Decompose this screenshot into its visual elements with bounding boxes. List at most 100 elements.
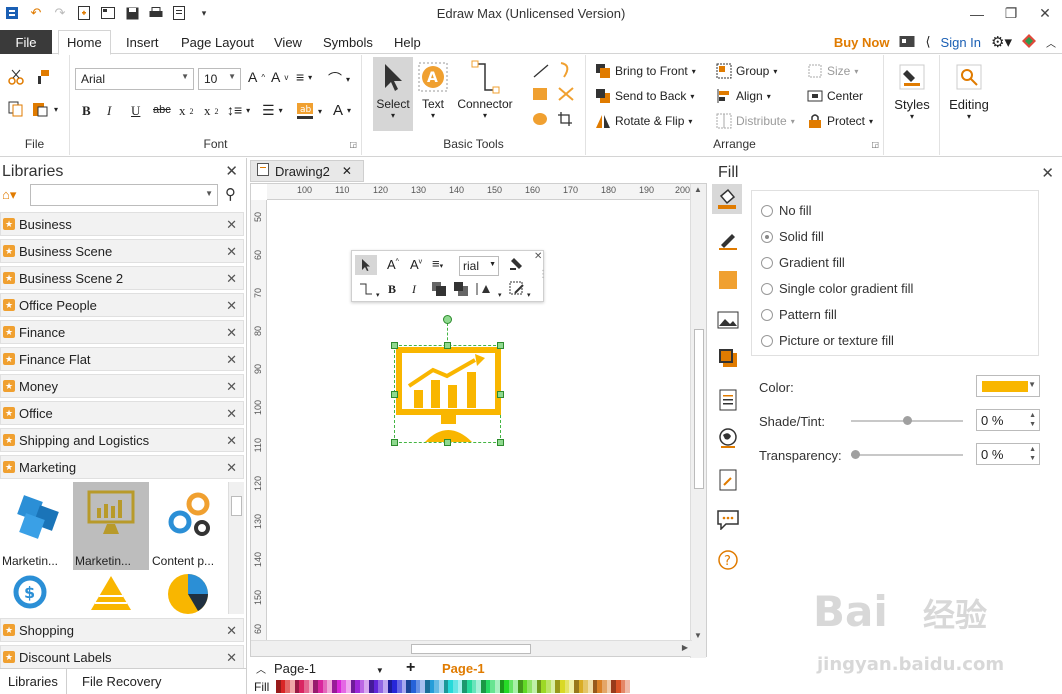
library-shape[interactable] bbox=[73, 570, 149, 616]
minimize-icon[interactable]: — bbox=[960, 0, 994, 27]
file-menu[interactable]: File bbox=[0, 30, 52, 54]
cross-icon[interactable] bbox=[557, 86, 575, 102]
styles-button[interactable]: Styles ▾ bbox=[890, 57, 934, 121]
fill-icon[interactable] bbox=[712, 184, 742, 214]
line-spacing-icon[interactable]: ↕≡ ▾ bbox=[227, 102, 250, 118]
distribute-icon[interactable]: ▾ bbox=[476, 281, 502, 300]
close-category-icon[interactable]: ✕ bbox=[226, 650, 237, 666]
fill-option[interactable]: Solid fill bbox=[761, 229, 824, 244]
subscript-icon[interactable]: x2 bbox=[179, 103, 194, 119]
rectangle-icon[interactable] bbox=[532, 87, 548, 101]
library-shape[interactable] bbox=[150, 570, 226, 616]
protect-button[interactable]: Protect ▾ bbox=[807, 113, 873, 129]
send-to-back-button[interactable]: Send to Back ▾ bbox=[595, 88, 694, 104]
color-picker[interactable]: ▼ bbox=[976, 375, 1040, 397]
fill-option[interactable]: Gradient fill bbox=[761, 255, 845, 270]
italic-icon[interactable]: I bbox=[107, 103, 111, 119]
home-icon[interactable]: ⌂▾ bbox=[2, 187, 16, 203]
arrange-dialog-launcher-icon[interactable]: ◲ bbox=[871, 140, 879, 149]
connector-icon[interactable]: ▾ bbox=[358, 281, 380, 300]
radio-button[interactable] bbox=[761, 204, 773, 217]
comment-icon[interactable] bbox=[716, 508, 740, 532]
close-category-icon[interactable]: ✕ bbox=[226, 460, 237, 476]
scroll-thumb[interactable] bbox=[694, 329, 704, 489]
text-path-icon[interactable]: ⌒ ▾ bbox=[328, 69, 350, 89]
close-category-icon[interactable]: ✕ bbox=[226, 217, 237, 233]
maximize-icon[interactable]: ❐ bbox=[994, 0, 1028, 27]
resize-handle[interactable] bbox=[444, 439, 451, 446]
canvas-horizontal-scrollbar[interactable]: ▶ bbox=[251, 640, 692, 656]
pointer-icon[interactable] bbox=[355, 255, 377, 275]
edit-shape-icon[interactable]: ▾ bbox=[509, 281, 531, 300]
store-icon[interactable] bbox=[899, 34, 915, 51]
buy-now-link[interactable]: Buy Now bbox=[834, 35, 890, 50]
scroll-thumb[interactable] bbox=[231, 496, 242, 516]
transparency-knob[interactable] bbox=[851, 450, 860, 459]
grow-font-icon[interactable]: A^ bbox=[248, 69, 265, 85]
font-dialog-launcher-icon[interactable]: ◲ bbox=[349, 140, 357, 149]
more-icon[interactable]: ⋮ bbox=[538, 269, 548, 280]
fill-option[interactable]: Single color gradient fill bbox=[761, 281, 913, 296]
spinner-arrows-icon[interactable]: ▲ ▼ bbox=[1029, 411, 1036, 429]
close-category-icon[interactable]: ✕ bbox=[226, 623, 237, 639]
radio-button[interactable] bbox=[761, 230, 773, 243]
align-button[interactable]: Align ▾ bbox=[716, 88, 771, 104]
library-category[interactable]: ★ Money ✕ bbox=[0, 374, 244, 398]
close-window-icon[interactable]: ✕ bbox=[1028, 0, 1062, 27]
image-icon[interactable] bbox=[716, 308, 740, 332]
underline-icon[interactable]: U bbox=[131, 103, 140, 119]
bold-icon[interactable]: B bbox=[82, 103, 91, 119]
palette-swatch[interactable] bbox=[625, 680, 630, 693]
notes-icon[interactable] bbox=[716, 468, 740, 492]
select-tool-button[interactable]: Select ▾ bbox=[373, 57, 413, 131]
spinner-arrows-icon[interactable]: ▲ ▼ bbox=[1029, 445, 1036, 463]
shade-tint-knob[interactable] bbox=[903, 416, 912, 425]
library-shape[interactable]: Marketin... bbox=[0, 482, 76, 570]
text-tool-button[interactable]: A Text ▾ bbox=[415, 57, 451, 120]
crop-icon[interactable] bbox=[557, 111, 573, 127]
tab-home[interactable]: Home bbox=[58, 30, 111, 55]
radio-button[interactable] bbox=[761, 308, 773, 321]
resize-handle[interactable] bbox=[391, 342, 398, 349]
library-category[interactable]: ★ Business Scene 2 ✕ bbox=[0, 266, 244, 290]
editing-button[interactable]: Editing ▾ bbox=[944, 57, 994, 121]
center-button[interactable]: Center bbox=[807, 88, 863, 104]
close-category-icon[interactable]: ✕ bbox=[226, 433, 237, 449]
settings-icon[interactable]: ⚙▾ bbox=[991, 33, 1012, 51]
bring-to-front-button[interactable]: Bring to Front ▾ bbox=[595, 63, 696, 79]
close-category-icon[interactable]: ✕ bbox=[226, 325, 237, 341]
library-scrollbar[interactable] bbox=[228, 482, 244, 614]
text-background-icon[interactable]: ab ▾ bbox=[296, 102, 322, 120]
color-palette[interactable] bbox=[276, 680, 630, 693]
align-text-icon[interactable]: ≡▾ bbox=[296, 69, 312, 85]
selected-shape[interactable] bbox=[391, 342, 504, 446]
strikethrough-icon[interactable]: abc bbox=[153, 104, 171, 116]
library-category[interactable]: ★ Business Scene ✕ bbox=[0, 239, 244, 263]
page-select[interactable]: Page-1 ▼ bbox=[274, 661, 384, 676]
document-tab[interactable]: Drawing2 ✕ bbox=[250, 160, 364, 182]
format-painter-icon[interactable] bbox=[508, 256, 524, 275]
tab-help[interactable]: Help bbox=[386, 30, 429, 54]
scroll-right-icon[interactable]: ▶ bbox=[682, 643, 688, 652]
resize-handle[interactable] bbox=[444, 342, 451, 349]
close-libraries-icon[interactable]: ✕ bbox=[225, 162, 238, 180]
radio-button[interactable] bbox=[761, 256, 773, 269]
close-category-icon[interactable]: ✕ bbox=[226, 244, 237, 260]
collapse-up-icon[interactable]: ︿ bbox=[256, 661, 266, 676]
help-icon[interactable]: ? bbox=[716, 548, 740, 572]
close-fill-panel-icon[interactable]: ✕ bbox=[1041, 164, 1054, 182]
tab-symbols[interactable]: Symbols bbox=[315, 30, 381, 54]
tab-libraries[interactable]: Libraries bbox=[0, 669, 67, 694]
scroll-thumb[interactable] bbox=[411, 644, 531, 654]
copy-icon[interactable] bbox=[8, 101, 24, 117]
resize-handle[interactable] bbox=[497, 391, 504, 398]
library-category[interactable]: ★ Business ✕ bbox=[0, 212, 244, 236]
bold-icon[interactable]: B bbox=[388, 282, 396, 297]
align-text-icon[interactable]: ≡▾ bbox=[432, 256, 443, 271]
tab-page-layout[interactable]: Page Layout bbox=[173, 30, 262, 54]
fill-option[interactable]: Pattern fill bbox=[761, 307, 837, 322]
edraw-logo-icon[interactable] bbox=[1022, 33, 1036, 51]
ellipse-icon[interactable] bbox=[532, 112, 548, 126]
resize-handle[interactable] bbox=[497, 342, 504, 349]
size-button[interactable]: Size ▾ bbox=[807, 63, 858, 79]
